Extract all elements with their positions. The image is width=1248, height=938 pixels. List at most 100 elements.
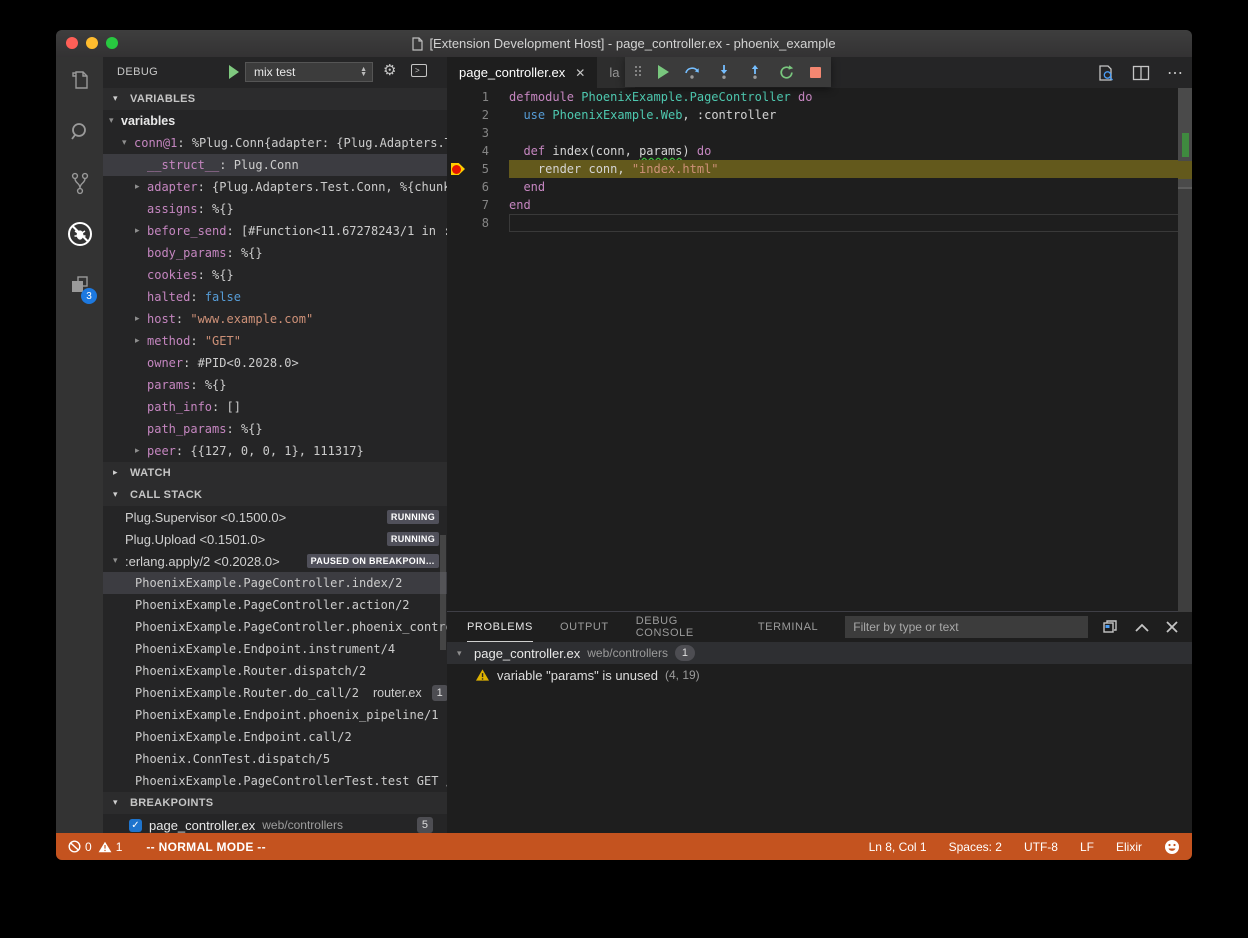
close-tab-icon[interactable]: ✕ [575,66,585,80]
open-preview-icon[interactable] [1097,64,1115,82]
toolbar-drag-handle[interactable] [635,66,643,78]
restore-panel-icon[interactable] [1102,619,1118,635]
panel-tab-problems[interactable]: PROBLEMS [467,612,533,642]
debug-console-icon[interactable]: > [411,64,427,77]
gutter[interactable]: 2 [447,106,509,124]
panel-tab-debug-console[interactable]: DEBUG CONSOLE [636,612,731,642]
sidebar-scrollbar[interactable] [440,535,446,650]
gutter[interactable]: 8 [447,214,509,232]
twisty-collapsed-icon[interactable]: ▸ [135,446,147,456]
code-line[interactable]: 4 def index(conn, params) do [447,142,1192,160]
variable-row[interactable]: params: %{} [103,374,447,396]
gutter[interactable]: 6 [447,178,509,196]
configure-gear-icon[interactable]: ⚙ [383,61,396,79]
breakpoint-paused-icon[interactable] [451,163,465,175]
call-stack-section-header[interactable]: ▾ CALL STACK [103,484,447,506]
variables-scope-row[interactable]: ▾variables [103,110,447,132]
vim-mode-indicator[interactable]: -- NORMAL MODE -- [146,840,266,854]
gutter[interactable]: 3 [447,124,509,142]
variable-row[interactable]: halted: false [103,286,447,308]
panel-tab-output[interactable]: OUTPUT [560,612,609,642]
launch-config-dropdown[interactable]: mix test ▲▼ [245,62,373,82]
gutter[interactable]: 5 [447,160,509,178]
variable-row[interactable]: ▸adapter: {Plug.Adapters.Test.Conn, %{ch… [103,176,447,198]
close-panel-icon[interactable] [1166,621,1178,633]
more-actions-icon[interactable]: ⋯ [1167,63,1184,83]
call-stack-frame[interactable]: PhoenixExample.Endpoint.phoenix_pipeline… [103,704,447,726]
call-stack-frame[interactable]: PhoenixExample.Endpoint.instrument/4 [103,638,447,660]
language-mode[interactable]: Elixir [1116,840,1142,854]
variable-row[interactable]: cookies: %{} [103,264,447,286]
zoom-window-button[interactable] [106,37,118,49]
variable-row[interactable]: path_info: [] [103,396,447,418]
call-stack-frame[interactable]: PhoenixExample.Endpoint.call/2 [103,726,447,748]
call-stack-thread[interactable]: ▾:erlang.apply/2 <0.2028.0>PAUSED ON BRE… [103,550,447,572]
tab-page-controller[interactable]: page_controller.ex ✕ [447,57,597,88]
step-over-button[interactable] [684,64,701,80]
code-line[interactable]: 6 end [447,178,1192,196]
overview-ruler[interactable] [1178,88,1192,612]
variables-section-header[interactable]: ▾ VARIABLES [103,88,447,110]
variable-row[interactable]: assigns: %{} [103,198,447,220]
call-stack-frame[interactable]: Phoenix.ConnTest.dispatch/5 [103,748,447,770]
start-debug-button[interactable] [229,65,239,79]
continue-button[interactable] [658,65,669,79]
eol-sequence[interactable]: LF [1080,840,1094,854]
variable-row[interactable]: ▸host: "www.example.com" [103,308,447,330]
activity-extensions[interactable]: 3 [56,269,103,300]
problems-file-group[interactable]: ▾ page_controller.ex web/controllers 1 [447,642,1192,664]
step-out-button[interactable] [747,64,763,80]
gutter[interactable]: 1 [447,88,509,106]
variable-row[interactable]: ▸peer: {{127, 0, 0, 1}, 111317} [103,440,447,462]
code-line[interactable]: 3 [447,124,1192,142]
twisty-collapsed-icon[interactable]: ▸ [135,226,147,236]
code-line[interactable]: 8 [447,214,1192,232]
panel-tab-terminal[interactable]: TERMINAL [758,612,818,642]
twisty-collapsed-icon[interactable]: ▸ [135,336,147,346]
code-editor[interactable]: 1defmodule PhoenixExample.PageController… [447,88,1192,612]
split-editor-icon[interactable] [1132,65,1150,81]
code-line[interactable]: 7end [447,196,1192,214]
breakpoint-checkbox[interactable]: ✓ [129,819,142,832]
variable-row[interactable]: ▾conn@1: %Plug.Conn{adapter: {Plug.Adapt… [103,132,447,154]
error-count[interactable]: 0 [68,840,92,854]
variable-row[interactable]: owner: #PID<0.2028.0> [103,352,447,374]
gutter[interactable]: 4 [447,142,509,160]
code-line[interactable]: 2 use PhoenixExample.Web, :controller [447,106,1192,124]
call-stack-thread[interactable]: Plug.Upload <0.1501.0>RUNNING [103,528,447,550]
encoding[interactable]: UTF-8 [1024,840,1058,854]
cursor-position[interactable]: Ln 8, Col 1 [869,840,927,854]
problem-item[interactable]: variable "params" is unused (4, 19) [447,664,1192,686]
activity-source-control[interactable] [56,167,103,198]
call-stack-frame[interactable]: PhoenixExample.Router.do_call/2router.ex… [103,682,447,704]
call-stack-thread[interactable]: Plug.Supervisor <0.1500.0>RUNNING [103,506,447,528]
twisty-collapsed-icon[interactable]: ▸ [135,182,147,192]
variable-row[interactable]: path_params: %{} [103,418,447,440]
step-into-button[interactable] [716,64,732,80]
stop-button[interactable] [810,67,821,78]
indentation[interactable]: Spaces: 2 [949,840,1002,854]
restart-button[interactable] [778,64,795,81]
warning-count[interactable]: 1 [98,840,123,854]
gutter[interactable]: 7 [447,196,509,214]
call-stack-frame[interactable]: PhoenixExample.PageController.index/2 [103,572,447,594]
minimize-window-button[interactable] [86,37,98,49]
activity-debug[interactable] [56,218,103,249]
problems-filter-input[interactable] [845,616,1088,638]
activity-search[interactable] [56,116,103,147]
activity-explorer[interactable] [56,65,103,96]
twisty-expanded-icon[interactable]: ▾ [122,138,134,148]
variable-row[interactable]: body_params: %{} [103,242,447,264]
twisty-expanded-icon[interactable]: ▾ [109,116,121,126]
variable-row[interactable]: __struct__: Plug.Conn [103,154,447,176]
breakpoints-section-header[interactable]: ▾ BREAKPOINTS [103,792,447,814]
close-window-button[interactable] [66,37,78,49]
call-stack-frame[interactable]: PhoenixExample.PageController.action/2 [103,594,447,616]
variable-row[interactable]: ▸before_send: [#Function<11.67278243/1 i… [103,220,447,242]
call-stack-frame[interactable]: PhoenixExample.PageController.phoenix_co… [103,616,447,638]
code-line[interactable]: 5 render conn, "index.html" [447,160,1192,178]
twisty-collapsed-icon[interactable]: ▸ [135,314,147,324]
code-line[interactable]: 1defmodule PhoenixExample.PageController… [447,88,1192,106]
call-stack-frame[interactable]: PhoenixExample.PageControllerTest.test G… [103,770,447,792]
variable-row[interactable]: ▸method: "GET" [103,330,447,352]
